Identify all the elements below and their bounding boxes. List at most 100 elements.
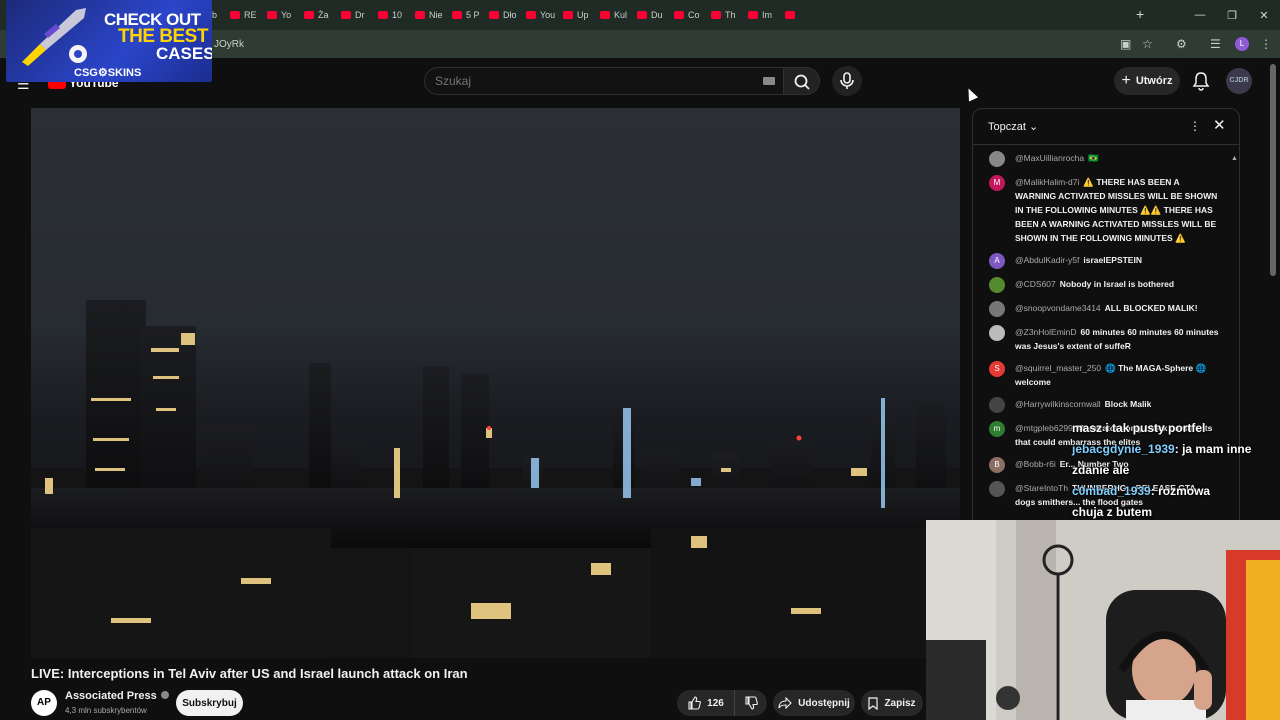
channel-avatar[interactable]: AP xyxy=(31,690,57,716)
chat-close-icon[interactable]: ✕ xyxy=(1213,116,1226,134)
browser-profile-avatar[interactable]: L xyxy=(1235,37,1249,51)
tab-favicon-icon xyxy=(452,11,462,19)
search-box[interactable] xyxy=(424,67,784,95)
browser-tab[interactable]: RE xyxy=(222,4,259,26)
new-tab-button[interactable]: + xyxy=(1136,6,1144,22)
chat-message[interactable]: S @squirrel_master_250 🌐 The MAGA-Sphere 🌐… xyxy=(973,357,1231,393)
chat-message-body: @AbdulKadir-y5f israelEPSTEIN xyxy=(1015,253,1142,269)
chat-author-name[interactable]: @mtgpleb6299 xyxy=(1015,423,1073,433)
dislike-button[interactable] xyxy=(735,690,767,716)
chat-author-name[interactable]: @Harrywilkinscornwall xyxy=(1015,399,1101,409)
browser-tab[interactable]: Du xyxy=(629,4,666,26)
keyboard-icon[interactable] xyxy=(763,77,775,85)
browser-tab[interactable]: 5 P xyxy=(444,4,481,26)
notifications-bell-icon[interactable] xyxy=(1192,71,1210,91)
channel-name-row[interactable]: Associated Press xyxy=(65,690,169,702)
chat-author-avatar[interactable]: m xyxy=(989,421,1005,437)
extensions-icon[interactable]: ⚙ xyxy=(1176,37,1187,51)
cast-icon[interactable]: ▣ xyxy=(1120,37,1131,51)
overlay-line-1: masz i tak pusty portfel xyxy=(1072,421,1206,435)
chat-author-avatar[interactable] xyxy=(989,151,1005,167)
chat-more-options-icon[interactable]: ⋮ xyxy=(1189,119,1201,133)
tab-favicon-icon xyxy=(378,11,388,19)
chat-author-avatar[interactable] xyxy=(989,301,1005,317)
chat-author-name[interactable]: @CDS607 xyxy=(1015,279,1056,289)
share-label: Udostępnij xyxy=(798,697,850,709)
chat-message[interactable]: A @AbdulKadir-y5f israelEPSTEIN xyxy=(973,249,1231,273)
chat-message[interactable]: @Z3nHolEminD 60 minutes 60 minutes 60 min… xyxy=(973,321,1231,357)
video-player[interactable] xyxy=(31,108,960,658)
browser-tab[interactable]: Yo xyxy=(259,4,296,26)
browser-tab[interactable]: Th xyxy=(703,4,740,26)
create-button[interactable]: + Utwórz xyxy=(1114,67,1180,95)
chat-author-name[interactable]: @squirrel_master_250 xyxy=(1015,363,1101,373)
chat-author-avatar[interactable]: M xyxy=(989,175,1005,191)
chat-message[interactable]: @CDS607 Nobody in Israel is bothered xyxy=(973,273,1231,297)
search-button[interactable] xyxy=(784,67,820,95)
browser-tab[interactable]: Co xyxy=(666,4,703,26)
overlay-nick-1: jebacgdynie_1939 xyxy=(1072,442,1175,456)
browser-menu-icon[interactable]: ⋮ xyxy=(1260,37,1272,51)
tab-favicon-icon xyxy=(489,11,499,19)
chat-author-avatar[interactable]: A xyxy=(989,253,1005,269)
chat-message[interactable]: @Harrywilkinscornwall Block Malik xyxy=(973,393,1231,417)
chat-author-avatar[interactable]: S xyxy=(989,361,1005,377)
chat-author-avatar[interactable] xyxy=(989,325,1005,341)
media-icon[interactable]: ☰ xyxy=(1210,37,1221,51)
chat-author-name[interactable]: @MalikHalim-d7i xyxy=(1015,177,1079,187)
search-input[interactable] xyxy=(425,68,745,94)
scroll-up-arrow-icon[interactable]: ▲ xyxy=(1231,155,1238,162)
chat-message-body: @snoopvondame3414 ALL BLOCKED MALIK! xyxy=(1015,301,1198,317)
chat-author-name[interactable]: @StareIntoTh xyxy=(1015,483,1068,493)
browser-tab[interactable]: Dr xyxy=(333,4,370,26)
chat-message[interactable]: @MaxUillianrocha 🇧🇷 xyxy=(973,147,1231,171)
chat-author-name[interactable]: @Bobb-r6i xyxy=(1015,459,1056,469)
tab-label: RE xyxy=(244,10,257,20)
bookmark-star-icon[interactable]: ☆ xyxy=(1142,37,1153,51)
browser-tab[interactable]: Kul xyxy=(592,4,629,26)
channel-name[interactable]: Associated Press xyxy=(65,690,157,702)
subscriber-count: 4,3 mln subskrybentów xyxy=(65,706,147,715)
browser-tab[interactable]: Im xyxy=(740,4,777,26)
browser-tab[interactable]: Dło xyxy=(481,4,518,26)
chat-author-avatar[interactable]: B xyxy=(989,457,1005,473)
chat-message[interactable]: M @MalikHalim-d7i ⚠️ THERE HAS BEEN A WARN… xyxy=(973,171,1231,249)
tab-favicon-icon xyxy=(304,11,314,19)
browser-tab[interactable]: Up xyxy=(555,4,592,26)
browser-tab[interactable]: 10 xyxy=(370,4,407,26)
tel-aviv-night-skyline-image xyxy=(31,300,960,658)
overlay-text-2: : ja mam inne xyxy=(1174,442,1252,456)
chevron-down-icon: ⌄ xyxy=(1028,121,1039,133)
chat-author-name[interactable]: @AbdulKadir-y5f xyxy=(1015,255,1079,265)
chat-author-name[interactable]: @MaxUillianrocha xyxy=(1015,153,1084,163)
like-button[interactable]: 126 xyxy=(677,690,735,716)
chat-author-avatar[interactable] xyxy=(989,277,1005,293)
voice-search-button[interactable] xyxy=(832,66,862,96)
browser-tab[interactable]: Nie xyxy=(407,4,444,26)
chat-mode-dropdown[interactable]: Topczat ⌄ xyxy=(988,120,1038,133)
chat-message-body: @Harrywilkinscornwall Block Malik xyxy=(1015,397,1151,413)
search-icon xyxy=(794,74,810,90)
browser-tab[interactable]: You xyxy=(518,4,555,26)
browser-tab[interactable] xyxy=(777,4,814,26)
tab-favicon-icon xyxy=(415,11,425,19)
browser-tab[interactable]: Ża xyxy=(296,4,333,26)
minimize-icon[interactable]: — xyxy=(1184,9,1216,21)
page-scrollbar-thumb[interactable] xyxy=(1270,64,1276,276)
url-text[interactable]: JOyRk xyxy=(214,39,244,50)
overlay-nick-2: c0mbad_1939 xyxy=(1072,484,1151,498)
restore-icon[interactable]: ❐ xyxy=(1216,9,1248,22)
video-title: LIVE: Interceptions in Tel Aviv after US… xyxy=(31,666,468,681)
chat-author-name[interactable]: @Z3nHolEminD xyxy=(1015,327,1077,337)
tab-label: Dr xyxy=(355,10,365,20)
user-avatar[interactable]: CJDR xyxy=(1226,68,1252,94)
save-button[interactable]: Zapisz xyxy=(861,690,923,716)
chat-author-name[interactable]: @snoopvondame3414 xyxy=(1015,303,1101,313)
chat-author-avatar[interactable] xyxy=(989,481,1005,497)
tab-label: Up xyxy=(577,10,589,20)
chat-author-avatar[interactable] xyxy=(989,397,1005,413)
chat-message[interactable]: @snoopvondame3414 ALL BLOCKED MALIK! xyxy=(973,297,1231,321)
close-window-icon[interactable]: ✕ xyxy=(1248,9,1280,22)
subscribe-button[interactable]: Subskrybuj xyxy=(176,690,243,716)
share-button[interactable]: Udostępnij xyxy=(773,690,855,716)
